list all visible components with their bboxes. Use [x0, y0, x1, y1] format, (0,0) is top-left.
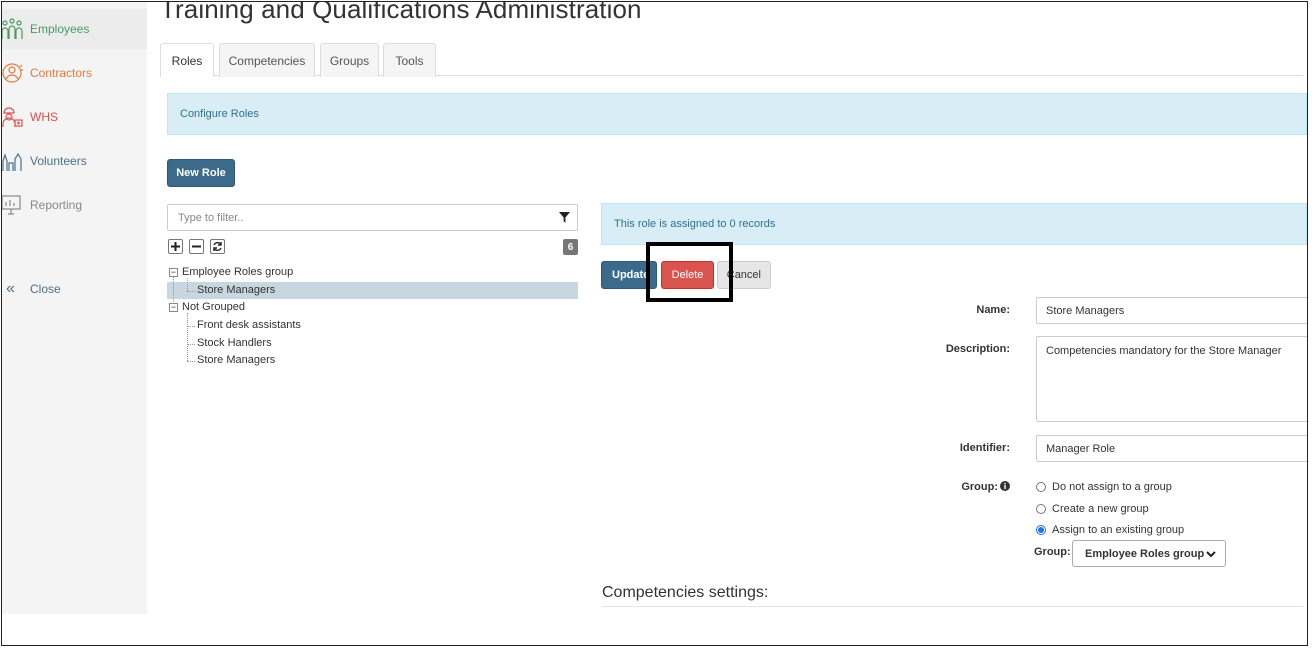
page-title: Training and Qualifications Administrati…: [160, 1, 642, 24]
group-select[interactable]: Employee Roles group: [1072, 540, 1226, 567]
tab-tools[interactable]: Tools: [383, 43, 436, 77]
group-select-label: Group:: [1034, 546, 1071, 558]
info-icon[interactable]: [1000, 481, 1010, 491]
group-select-value: Employee Roles group: [1085, 547, 1205, 560]
new-role-button[interactable]: New Role: [167, 159, 235, 187]
radio-existing-group[interactable]: Assign to an existing group: [1036, 524, 1184, 536]
radio-new-group[interactable]: Create a new group: [1036, 503, 1149, 515]
filter-input[interactable]: [168, 205, 538, 230]
highlight-annotation: [646, 242, 733, 302]
plus-icon: [171, 242, 180, 251]
volunteers-icon: [2, 152, 22, 171]
competencies-settings-title: Competencies settings:: [602, 584, 769, 601]
sidebar-item-label: Contractors: [30, 66, 93, 80]
sidebar-item-label: Employees: [30, 22, 90, 36]
tree-item-stock-handlers[interactable]: Stock Handlers: [197, 337, 272, 349]
double-chevron-left-icon: «: [6, 280, 15, 297]
tab-bar: Roles Competencies Groups Tools: [160, 43, 1303, 77]
description-label: Description:: [945, 343, 1010, 355]
assigned-records-banner: This role is assigned to 0 records: [601, 203, 1307, 245]
tree-item-store-managers[interactable]: Store Managers: [197, 284, 275, 296]
minus-icon: [192, 245, 201, 248]
configure-roles-text: Configure Roles: [180, 108, 259, 120]
radio-label: Create a new group: [1052, 503, 1149, 515]
tree-group-not-grouped[interactable]: Not Grouped: [182, 301, 245, 313]
name-label: Name:: [976, 304, 1010, 316]
tree-item-front-desk[interactable]: Front desk assistants: [197, 319, 301, 331]
sidebar-item-label: WHS: [30, 110, 58, 124]
radio-button[interactable]: [1036, 482, 1046, 492]
record-count-badge: 6: [563, 239, 578, 255]
refresh-icon: [213, 241, 222, 252]
radio-label: Do not assign to a group: [1052, 481, 1172, 493]
filter-box: [167, 204, 578, 231]
sidebar-item-label: Reporting: [30, 198, 83, 212]
chevron-down-icon: [1206, 551, 1216, 558]
tree-connector: [187, 361, 195, 362]
radio-button[interactable]: [1036, 525, 1046, 535]
sidebar-item-label: Volunteers: [30, 154, 87, 168]
configure-roles-banner: Configure Roles: [167, 93, 1307, 135]
tree-connector: [187, 278, 188, 291]
tree-connector: [187, 326, 195, 327]
radio-button[interactable]: [1036, 504, 1046, 514]
app-frame: Employees Contractors WHS Volunteers Rep…: [1, 1, 1308, 646]
sidebar-close-label: Close: [30, 282, 61, 296]
section-divider: [602, 606, 1303, 607]
refresh-button[interactable]: [210, 239, 225, 254]
tab-competencies[interactable]: Competencies: [219, 43, 315, 77]
reporting-icon: [2, 195, 21, 215]
sidebar: Employees Contractors WHS Volunteers Rep…: [2, 2, 147, 614]
sidebar-close-button[interactable]: « Close: [2, 269, 147, 309]
assigned-records-text: This role is assigned to 0 records: [614, 218, 776, 230]
update-button-label: Update: [612, 269, 650, 281]
radio-no-group[interactable]: Do not assign to a group: [1036, 481, 1172, 493]
group-label: Group:: [961, 481, 998, 493]
sidebar-item-employees[interactable]: Employees: [2, 9, 147, 49]
expand-all-button[interactable]: [168, 239, 183, 254]
radio-label: Assign to an existing group: [1052, 524, 1185, 536]
filter-icon[interactable]: [559, 212, 570, 223]
tree-connector: [187, 291, 195, 292]
sidebar-item-reporting[interactable]: Reporting: [2, 185, 147, 225]
tree-item-store-managers[interactable]: Store Managers: [197, 354, 275, 366]
whs-icon: [2, 107, 23, 127]
tab-roles[interactable]: Roles: [160, 43, 214, 77]
tree-group-employee-roles[interactable]: Employee Roles group: [182, 266, 293, 278]
sidebar-item-volunteers[interactable]: Volunteers: [2, 141, 147, 181]
identifier-label: Identifier:: [959, 442, 1010, 454]
sidebar-item-contractors[interactable]: Contractors: [2, 53, 147, 93]
collapse-all-button[interactable]: [189, 239, 204, 254]
sidebar-item-whs[interactable]: WHS: [2, 97, 147, 137]
identifier-field[interactable]: Manager Role: [1036, 435, 1307, 462]
name-field[interactable]: Store Managers: [1036, 297, 1307, 324]
employees-icon: [2, 18, 23, 39]
tree-connector: [187, 344, 195, 345]
tree-collapse-toggle[interactable]: −: [169, 303, 178, 312]
tab-groups[interactable]: Groups: [320, 43, 379, 77]
contractor-icon: [2, 63, 23, 83]
tree-collapse-toggle[interactable]: −: [169, 268, 178, 277]
tree-connector: [187, 313, 188, 361]
description-field[interactable]: Competencies mandatory for the Store Man…: [1036, 336, 1307, 422]
